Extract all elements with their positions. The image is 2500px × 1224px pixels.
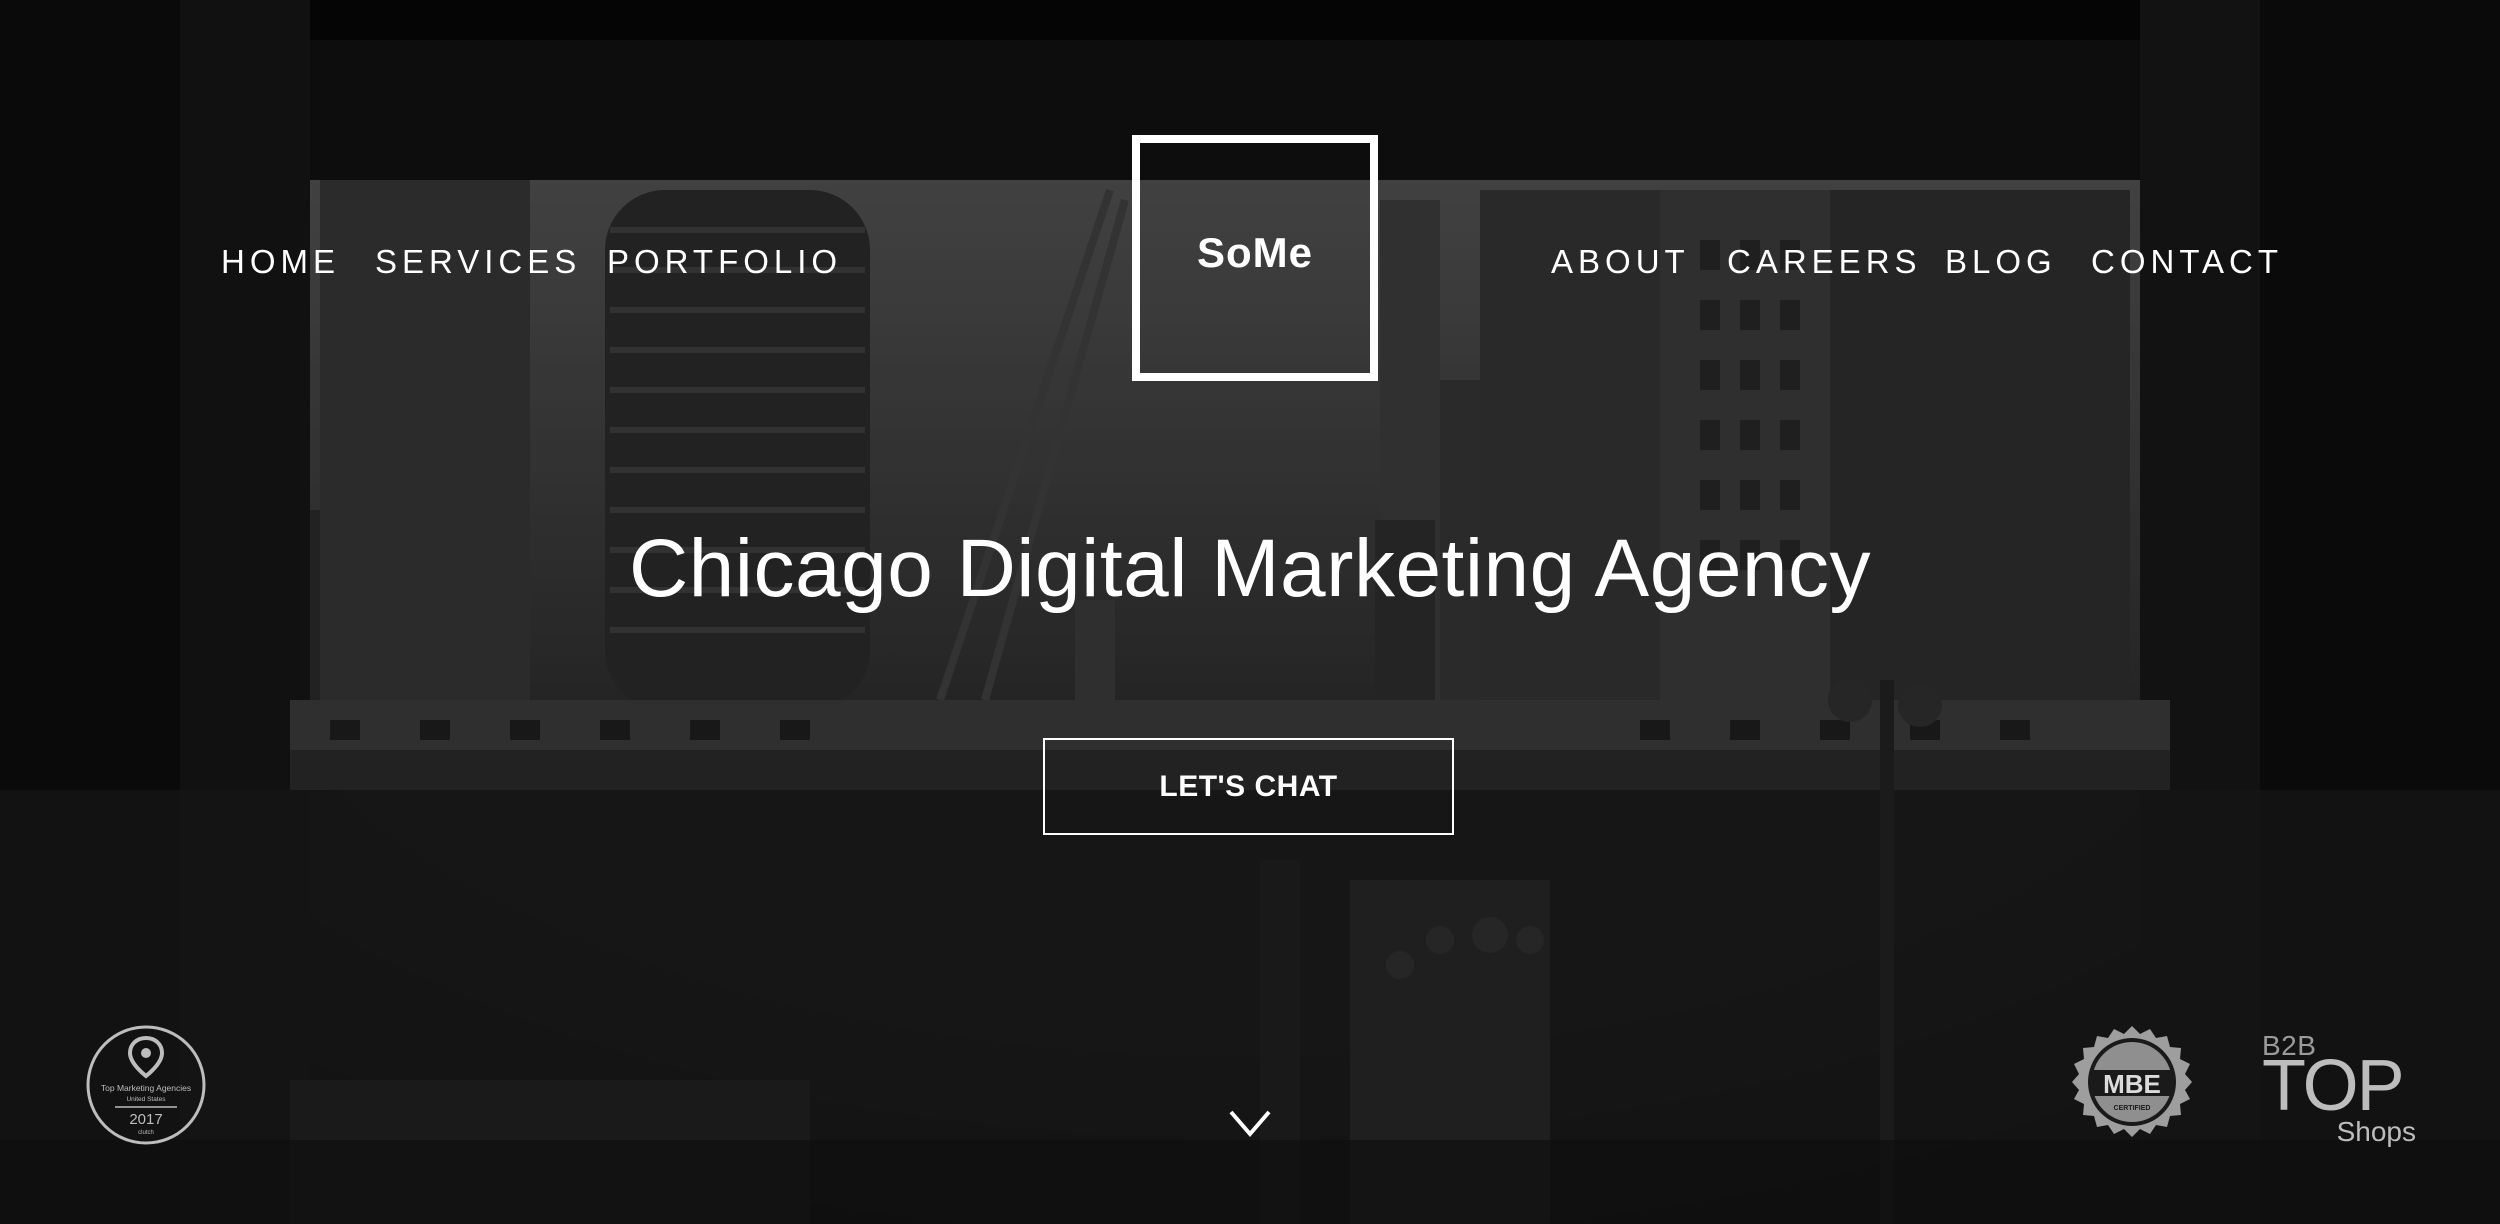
badge-source: clutch bbox=[138, 1130, 154, 1136]
location-pin-icon bbox=[127, 1035, 165, 1079]
nav-blog[interactable]: BLOG bbox=[1945, 243, 2057, 281]
nav-portfolio[interactable]: PORTFOLIO bbox=[607, 243, 842, 281]
nav-contact[interactable]: CONTACT bbox=[2091, 243, 2283, 281]
badge-year: 2017 bbox=[129, 1111, 162, 1128]
top-marketing-agencies-badge: Top Marketing Agencies United States 201… bbox=[86, 1025, 206, 1145]
b2b-top-label: TOP bbox=[2262, 1046, 2405, 1126]
nav-services[interactable]: SERVICES bbox=[375, 243, 581, 281]
b2b-top-shops-badge: B2B TOP Shops bbox=[2262, 1030, 2422, 1148]
hero-section: HOME SERVICES PORTFOLIO SoMe ABOUT CAREE… bbox=[0, 0, 2500, 1224]
badge-title: Top Marketing Agencies bbox=[101, 1083, 191, 1093]
nav-home[interactable]: HOME bbox=[221, 243, 340, 281]
mbe-text: MBE bbox=[2103, 1069, 2161, 1099]
logo-text: SoMe bbox=[1196, 229, 1313, 276]
nav-careers[interactable]: CAREERS bbox=[1727, 243, 1922, 281]
nav-about[interactable]: ABOUT bbox=[1551, 243, 1690, 281]
b2b-shops-label: Shops bbox=[2336, 1116, 2416, 1147]
lets-chat-button[interactable]: LET'S CHAT bbox=[1043, 738, 1454, 835]
logo[interactable]: SoMe bbox=[1132, 135, 1378, 381]
chevron-down-icon[interactable] bbox=[1228, 1108, 1272, 1138]
mbe-certified-badge: MBE CERTIFIED bbox=[2072, 1026, 2192, 1137]
badge-subtitle: United States bbox=[126, 1096, 166, 1103]
hero-headline: Chicago Digital Marketing Agency bbox=[628, 523, 1872, 614]
mbe-sub: CERTIFIED bbox=[2114, 1105, 2151, 1112]
